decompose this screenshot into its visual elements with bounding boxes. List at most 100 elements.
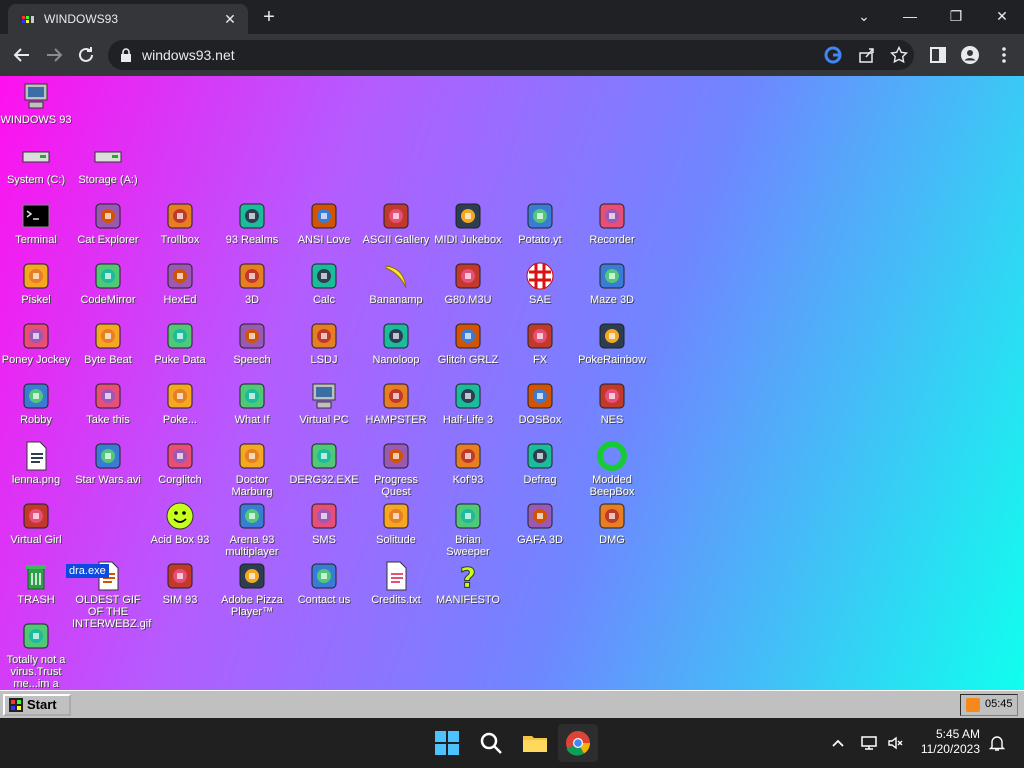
- desktop-icon[interactable]: Terminal: [0, 200, 72, 246]
- desktop-icon[interactable]: Maze 3D: [576, 260, 648, 306]
- display-icon[interactable]: [860, 734, 878, 752]
- desktop-icon[interactable]: What If: [216, 380, 288, 426]
- take-this-icon: [92, 380, 124, 412]
- rss-icon[interactable]: [966, 698, 980, 712]
- desktop-icon[interactable]: GAFA 3D: [504, 500, 576, 546]
- desktop-icon[interactable]: LSDJ: [288, 320, 360, 366]
- desktop-icon[interactable]: Trollbox: [144, 200, 216, 246]
- address-bar[interactable]: windows93.net: [108, 40, 914, 70]
- desktop-icon[interactable]: Bananamp: [360, 260, 432, 306]
- search-icon[interactable]: [475, 727, 507, 759]
- desktop-icon[interactable]: Kof'93: [432, 440, 504, 486]
- desktop-icon[interactable]: HexEd: [144, 260, 216, 306]
- desktop-icon[interactable]: Credits.txt: [360, 560, 432, 606]
- desktop-icon[interactable]: Solitude: [360, 500, 432, 546]
- desktop-icon[interactable]: SMS: [288, 500, 360, 546]
- ring-icon: [596, 440, 628, 472]
- browser-tab[interactable]: WINDOWS93 ✕: [8, 4, 248, 34]
- new-tab-button[interactable]: +: [258, 6, 280, 28]
- desktop-icon[interactable]: Poney Jockey: [0, 320, 72, 366]
- desktop-icon[interactable]: System (C:): [0, 140, 72, 186]
- desktop-icon[interactable]: Adobe Pizza Player™: [216, 560, 288, 618]
- desktop-icon[interactable]: DOSBox: [504, 380, 576, 426]
- windows-clock[interactable]: 5:45 AM 11/20/2023: [921, 727, 980, 757]
- desktop-icon[interactable]: Corglitch: [144, 440, 216, 486]
- google-icon[interactable]: [824, 46, 842, 64]
- desktop-icon[interactable]: Speech: [216, 320, 288, 366]
- share-icon[interactable]: [858, 46, 876, 64]
- desktop-icon[interactable]: NES: [576, 380, 648, 426]
- desktop-icon[interactable]: Half-Life 3: [432, 380, 504, 426]
- desktop-icon[interactable]: Potato.yt: [504, 200, 576, 246]
- side-panel-icon[interactable]: [928, 45, 948, 65]
- tray-chevron-up-icon[interactable]: [830, 735, 846, 751]
- desktop-icon[interactable]: Piskel: [0, 260, 72, 306]
- desktop-icon-label: Poney Jockey: [1, 354, 71, 366]
- desktop-icon[interactable]: Doctor Marburg: [216, 440, 288, 498]
- desktop-icon[interactable]: Star Wars.avi: [72, 440, 144, 486]
- desktop-icon[interactable]: Arena 93 multiplayer: [216, 500, 288, 558]
- desktop-icon[interactable]: Calc: [288, 260, 360, 306]
- minimize-button[interactable]: —: [895, 4, 925, 28]
- menu-kebab-icon[interactable]: [994, 45, 1014, 65]
- desktop-icon[interactable]: Puke Data: [144, 320, 216, 366]
- pizza-icon: [236, 560, 268, 592]
- file-explorer-icon[interactable]: [519, 727, 551, 759]
- desktop-icon[interactable]: Take this: [72, 380, 144, 426]
- desktop-icon[interactable]: FX: [504, 320, 576, 366]
- desktop-icon[interactable]: Modded BeepBox: [576, 440, 648, 498]
- close-window-button[interactable]: ✕: [987, 4, 1017, 28]
- desktop-icon[interactable]: SIM 93: [144, 560, 216, 606]
- desktop-icon[interactable]: MIDI Jukebox: [432, 200, 504, 246]
- desktop-icon[interactable]: Robby: [0, 380, 72, 426]
- desktop-icon[interactable]: CodeMirror: [72, 260, 144, 306]
- forward-button[interactable]: [42, 43, 66, 67]
- desktop-icon[interactable]: SAE: [504, 260, 576, 306]
- desktop-icon-label: Brian Sweeper: [446, 534, 490, 558]
- desktop-icon[interactable]: Progress Quest: [360, 440, 432, 498]
- desktop-icon[interactable]: 93 Realms: [216, 200, 288, 246]
- desktop-icon[interactable]: Acid Box 93: [144, 500, 216, 546]
- desktop-icon[interactable]: TRASH: [0, 560, 72, 606]
- tab-search-dropdown-icon[interactable]: ⌄: [849, 4, 879, 28]
- back-button[interactable]: [10, 43, 34, 67]
- windows-start-icon[interactable]: [431, 727, 463, 759]
- desktop-icon[interactable]: Virtual PC: [288, 380, 360, 426]
- profile-icon[interactable]: [960, 45, 980, 65]
- chrome-taskbar-button[interactable]: [558, 724, 598, 762]
- trash-icon: [20, 560, 52, 592]
- desktop-icon[interactable]: lenna.png: [0, 440, 72, 486]
- desktop-icon[interactable]: WINDOWS 93: [0, 80, 72, 126]
- desktop-icon[interactable]: HAMPSTER: [360, 380, 432, 426]
- desktop-icon[interactable]: Contact us: [288, 560, 360, 606]
- desktop-icon[interactable]: ASCII Gallery: [360, 200, 432, 246]
- desktop-icon[interactable]: 3D: [216, 260, 288, 306]
- desktop-icon[interactable]: ANSI Love: [288, 200, 360, 246]
- desktop-icon[interactable]: Totally not a virus.Trust me...im a: [0, 620, 72, 690]
- desktop-icon[interactable]: Recorder: [576, 200, 648, 246]
- desktop-icon[interactable]: Glitch GRLZ: [432, 320, 504, 366]
- desktop-icon-label: Terminal: [15, 234, 57, 246]
- windows93-desktop[interactable]: WINDOWS 93 System (C:) Storage (A:) Termina…: [0, 76, 1024, 690]
- desktop-icon[interactable]: G80.M3U: [432, 260, 504, 306]
- desktop-icon[interactable]: Brian Sweeper: [432, 500, 504, 558]
- tab-close-icon[interactable]: ✕: [220, 9, 240, 29]
- url-text[interactable]: windows93.net: [142, 47, 235, 63]
- desktop-icon[interactable]: Cat Explorer: [72, 200, 144, 246]
- desktop-icon[interactable]: Byte Beat: [72, 320, 144, 366]
- bookmark-star-icon[interactable]: [890, 46, 908, 64]
- maximize-button[interactable]: ❐: [941, 4, 971, 28]
- desktop-icon[interactable]: Nanoloop: [360, 320, 432, 366]
- desktop-icon[interactable]: Defrag: [504, 440, 576, 486]
- desktop-icon[interactable]: DMG: [576, 500, 648, 546]
- reload-button[interactable]: [74, 43, 98, 67]
- volume-muted-icon[interactable]: [886, 734, 904, 752]
- desktop-icon[interactable]: ? MANIFESTO: [432, 560, 504, 607]
- start-button[interactable]: Start: [3, 694, 71, 716]
- desktop-icon[interactable]: PokeRainbow: [576, 320, 648, 366]
- desktop-icon[interactable]: Poke...: [144, 380, 216, 426]
- desktop-icon[interactable]: DERG32.EXE: [288, 440, 360, 486]
- desktop-icon[interactable]: Storage (A:): [72, 140, 144, 186]
- notification-bell-icon[interactable]: [988, 734, 1006, 752]
- desktop-icon[interactable]: Virtual Girl: [0, 500, 72, 546]
